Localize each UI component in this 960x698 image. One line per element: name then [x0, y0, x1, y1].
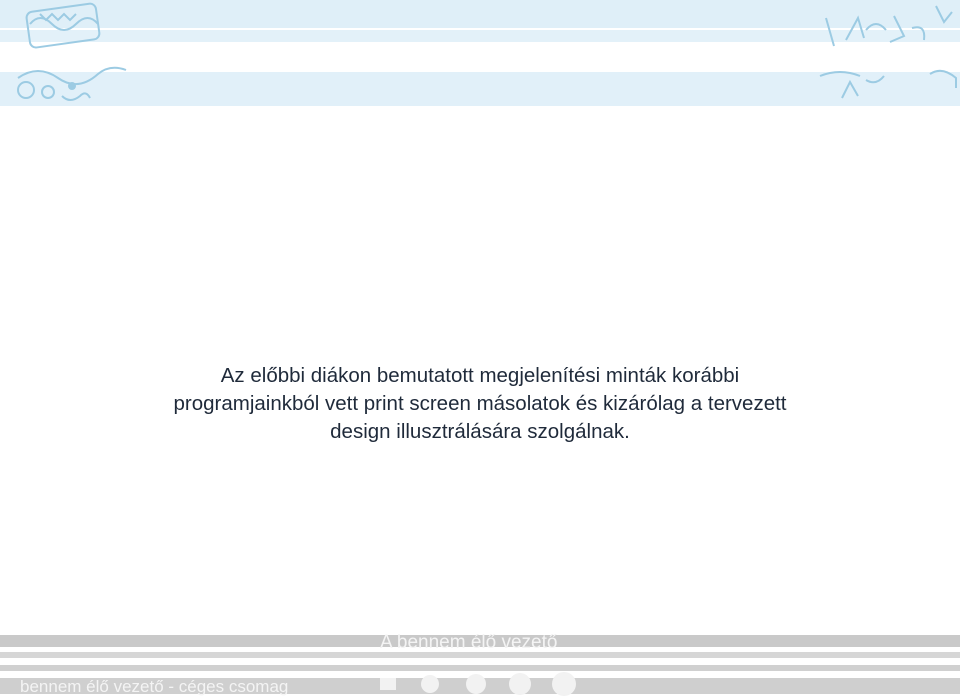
- disclaimer-line: programjainkból vett print screen másola…: [173, 392, 787, 415]
- disclaimer-line: Az előbbi diákon bemutatott megjelenítés…: [220, 364, 740, 387]
- header-ornaments: [17, 2, 957, 101]
- footer-subtitle: bennem élő vezető - céges csomag: [20, 677, 289, 696]
- slide: Az előbbi diákon bemutatott megjelenítés…: [0, 0, 960, 698]
- disclaimer-line: design illusztrálására szolgálnak.: [330, 420, 630, 443]
- disclaimer-text: Az előbbi diákon bemutatott megjelenítés…: [120, 362, 840, 446]
- ornament-right-icon: [819, 5, 957, 99]
- progress-dots-icon: [380, 672, 576, 696]
- footer-decoration: A bennem élő vezető bennem élő vezető - …: [0, 630, 960, 698]
- footer-title: A bennem élő vezető: [380, 632, 558, 653]
- ornament-left-icon: [17, 2, 127, 101]
- header-decoration: [0, 0, 960, 110]
